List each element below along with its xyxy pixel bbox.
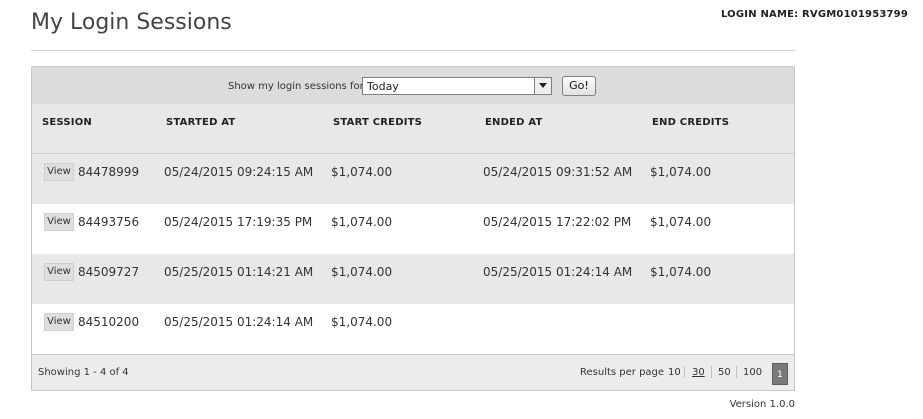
start-credits: $1,074.00 — [331, 265, 393, 279]
go-button[interactable]: Go! — [562, 76, 596, 96]
start-credits: $1,074.00 — [331, 215, 393, 229]
session-id: 84509727 — [78, 265, 140, 279]
column-header-session: SESSION — [42, 117, 92, 128]
period-select[interactable]: Today — [362, 77, 552, 95]
table-row: View 84510200 05/25/2015 01:24:14 AM $1,… — [32, 304, 794, 354]
results-per-page-100[interactable]: 100 — [743, 367, 762, 378]
end-credits: $1,074.00 — [650, 165, 712, 179]
results-per-page-50[interactable]: 50 — [718, 367, 731, 378]
end-credits: $1,074.00 — [650, 265, 712, 279]
chevron-down-icon[interactable] — [534, 78, 551, 94]
session-id: 84493756 — [78, 215, 140, 229]
view-button[interactable]: View — [44, 213, 74, 231]
filter-label: Show my login sessions for — [228, 81, 364, 92]
results-per-page-10[interactable]: 10 — [668, 367, 681, 378]
version-label: Version 1.0.0 — [729, 399, 795, 410]
column-header-start-credits: START CREDITS — [333, 117, 423, 128]
results-count: Showing 1 - 4 of 4 — [38, 367, 129, 378]
column-header-ended-at: ENDED AT — [485, 117, 543, 128]
results-per-page-label: Results per page — [580, 367, 665, 378]
table-row: View 84478999 05/24/2015 09:24:15 AM $1,… — [32, 154, 794, 204]
ended-at: 05/24/2015 09:31:52 AM — [483, 165, 633, 179]
table-header: SESSION STARTED AT START CREDITS ENDED A… — [32, 104, 794, 154]
column-header-end-credits: END CREDITS — [652, 117, 730, 128]
table-row: View 84493756 05/24/2015 17:19:35 PM $1,… — [32, 204, 794, 254]
session-id: 84478999 — [78, 165, 140, 179]
table-row: View 84509727 05/25/2015 01:14:21 AM $1,… — [32, 254, 794, 304]
started-at: 05/25/2015 01:24:14 AM — [164, 315, 314, 329]
separator — [711, 366, 712, 378]
started-at: 05/24/2015 17:19:35 PM — [164, 215, 313, 229]
page-title: My Login Sessions — [31, 10, 232, 35]
started-at: 05/24/2015 09:24:15 AM — [164, 165, 314, 179]
ended-at: 05/24/2015 17:22:02 PM — [483, 215, 632, 229]
period-select-value: Today — [367, 80, 399, 93]
column-header-started-at: STARTED AT — [166, 117, 236, 128]
table-footer: Showing 1 - 4 of 4 Results per page 10 3… — [32, 354, 794, 390]
end-credits: $1,074.00 — [650, 215, 712, 229]
sessions-panel: Show my login sessions for Today Go! SES… — [31, 66, 795, 391]
title-divider — [31, 50, 795, 51]
start-credits: $1,074.00 — [331, 165, 393, 179]
filter-bar: Show my login sessions for Today Go! — [32, 67, 794, 104]
separator — [684, 366, 685, 378]
view-button[interactable]: View — [44, 163, 74, 181]
results-per-page-30[interactable]: 30 — [692, 367, 705, 378]
ended-at: 05/25/2015 01:24:14 AM — [483, 265, 633, 279]
view-button[interactable]: View — [44, 263, 74, 281]
started-at: 05/25/2015 01:14:21 AM — [164, 265, 314, 279]
session-id: 84510200 — [78, 315, 140, 329]
view-button[interactable]: View — [44, 313, 74, 331]
start-credits: $1,074.00 — [331, 315, 393, 329]
login-name: LOGIN NAME: RVGM0101953799 — [720, 9, 908, 20]
separator — [736, 366, 737, 378]
page-button-current[interactable]: 1 — [772, 363, 788, 385]
